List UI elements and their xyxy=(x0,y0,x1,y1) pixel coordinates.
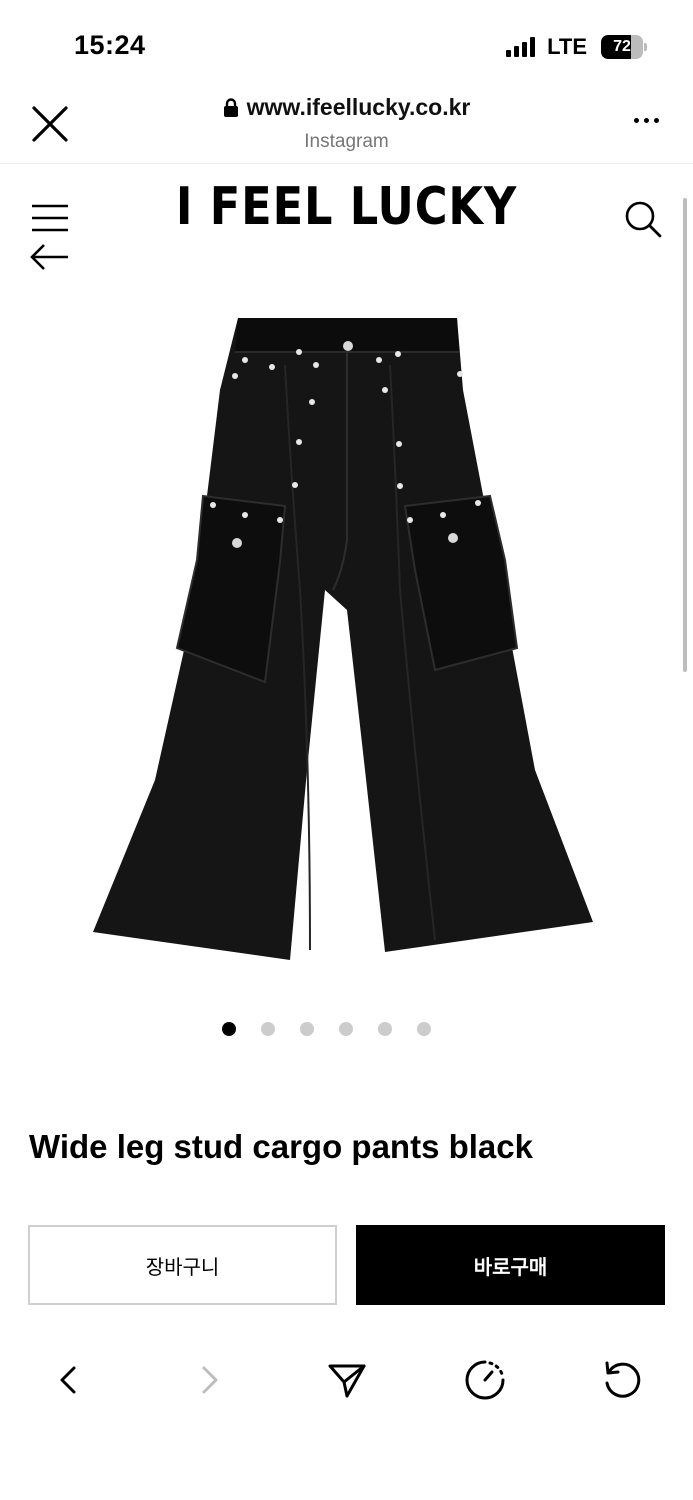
gallery-pagination xyxy=(0,1022,693,1036)
share-icon xyxy=(328,1364,366,1398)
battery-icon: 72 xyxy=(601,35,647,59)
status-bar: 15:24 LTE 72 xyxy=(0,0,693,90)
browser-back-button[interactable] xyxy=(47,1358,91,1402)
reload-button[interactable] xyxy=(600,1358,644,1402)
url-text: www.ifeellucky.co.kr xyxy=(246,94,471,120)
pants-illustration xyxy=(93,318,593,960)
more-dots-icon xyxy=(634,118,639,123)
site-logo[interactable]: I FEEL LUCKY xyxy=(49,177,645,237)
site-header: I FEEL LUCKY xyxy=(0,165,693,280)
search-button[interactable] xyxy=(623,199,663,239)
back-icon xyxy=(60,1366,76,1394)
site-back-button[interactable] xyxy=(30,243,70,271)
search-icon xyxy=(625,201,662,238)
network-label: LTE xyxy=(547,34,587,59)
url-area[interactable]: www.ifeellucky.co.kr Instagram xyxy=(0,94,693,153)
speed-icon xyxy=(465,1360,505,1400)
battery-level: 72 xyxy=(613,38,631,55)
pagination-dot[interactable] xyxy=(300,1022,314,1036)
pagination-dot[interactable] xyxy=(417,1022,431,1036)
status-time: 15:24 xyxy=(74,30,146,60)
product-title: Wide leg stud cargo pants black xyxy=(29,1128,533,1165)
arrow-left-icon xyxy=(30,244,68,270)
lock-icon xyxy=(223,97,238,117)
url-source-label: Instagram xyxy=(304,130,389,152)
forward-icon xyxy=(202,1366,218,1394)
more-options-button[interactable] xyxy=(634,118,659,123)
status-indicators: LTE 72 xyxy=(506,34,647,60)
scrollbar[interactable] xyxy=(683,198,687,672)
pagination-dot[interactable] xyxy=(339,1022,353,1036)
buy-now-button[interactable]: 바로구매 xyxy=(356,1225,665,1305)
share-button[interactable] xyxy=(325,1358,369,1402)
pagination-dot[interactable] xyxy=(378,1022,392,1036)
browser-forward-button[interactable] xyxy=(187,1358,231,1402)
product-image[interactable] xyxy=(85,310,605,970)
cellular-signal-icon xyxy=(506,37,536,57)
browser-toolbar xyxy=(0,1340,693,1420)
speed-button[interactable] xyxy=(463,1358,507,1402)
browser-header: www.ifeellucky.co.kr Instagram xyxy=(0,90,693,164)
pagination-dot[interactable] xyxy=(261,1022,275,1036)
reload-icon xyxy=(605,1361,641,1398)
pagination-dot[interactable] xyxy=(222,1022,236,1036)
add-to-cart-button[interactable]: 장바구니 xyxy=(28,1225,337,1305)
